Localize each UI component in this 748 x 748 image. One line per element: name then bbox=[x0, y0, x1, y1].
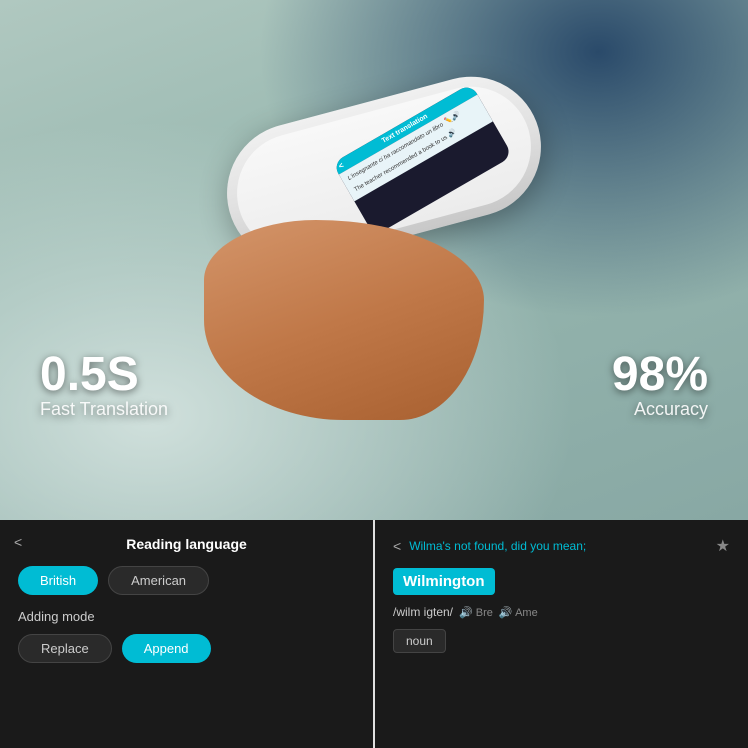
hand-image bbox=[204, 220, 484, 420]
accuracy-value: 98% bbox=[612, 351, 708, 399]
american-button[interactable]: American bbox=[108, 566, 209, 595]
search-word-highlight: Wilma's bbox=[409, 539, 451, 553]
ame-speaker-icon[interactable]: 🔊 Ame bbox=[499, 606, 538, 619]
adding-mode-label: Adding mode bbox=[18, 609, 355, 624]
speed-label: Fast Translation bbox=[40, 399, 168, 420]
product-image-section: < Text translation L'insegnante ci ha ra… bbox=[0, 0, 748, 520]
append-button[interactable]: Append bbox=[122, 634, 211, 663]
right-panel-header: < Wilma's not found, did you mean; ★ bbox=[393, 536, 730, 556]
device-container: < Text translation L'insegnante ci ha ra… bbox=[174, 80, 574, 420]
mode-buttons-group: Replace Append bbox=[18, 634, 355, 663]
phonetic-row: /wilm igten/ 🔊 Bre 🔊 Ame bbox=[393, 605, 730, 619]
language-buttons-group: British American bbox=[18, 566, 355, 595]
screen-back-icon: < bbox=[337, 161, 346, 171]
not-found-message: Wilma's not found, did you mean; bbox=[401, 539, 715, 553]
left-panel-title: Reading language bbox=[18, 536, 355, 552]
device-screen: < Text translation L'insegnante ci ha ra… bbox=[332, 83, 513, 236]
favorite-button[interactable]: ★ bbox=[716, 536, 730, 556]
reading-language-panel: < Reading language British American Addi… bbox=[0, 520, 373, 748]
left-panel-back-button[interactable]: < bbox=[14, 534, 22, 550]
screen-original-text: L'insegnante ci ha raccomandato un libro… bbox=[346, 101, 479, 183]
suggested-word: Wilmington bbox=[393, 568, 495, 595]
fast-translation-stat: 0.5S Fast Translation bbox=[40, 351, 168, 420]
replace-button[interactable]: Replace bbox=[18, 634, 112, 663]
word-type-badge: noun bbox=[393, 629, 446, 653]
right-panel-back-button[interactable]: < bbox=[393, 538, 401, 554]
phonetic-text: /wilm igten/ bbox=[393, 605, 453, 619]
bre-speaker-icon[interactable]: 🔊 Bre bbox=[459, 606, 493, 619]
british-button[interactable]: British bbox=[18, 566, 98, 595]
accuracy-stat: 98% Accuracy bbox=[612, 351, 708, 420]
word-lookup-panel: < Wilma's not found, did you mean; ★ Wil… bbox=[375, 520, 748, 748]
accuracy-label: Accuracy bbox=[612, 399, 708, 420]
speed-value: 0.5S bbox=[40, 351, 168, 399]
bottom-panels: < Reading language British American Addi… bbox=[0, 520, 748, 748]
